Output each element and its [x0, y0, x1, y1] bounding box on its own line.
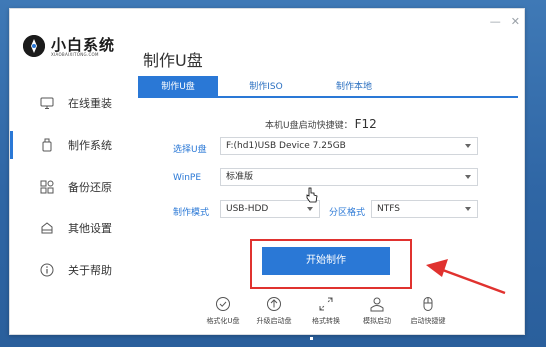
mouse-icon: [423, 297, 433, 311]
app-window: 小白系统 XIAOBAIXITONG.COM 制作U盘 — ✕ 在线重装 制作系统: [9, 8, 525, 335]
tool-boot-hotkey[interactable]: 启动快捷键: [402, 296, 454, 326]
chevron-down-icon: [307, 207, 313, 211]
sidebar-item-label: 制作系统: [68, 139, 112, 152]
sidebar-item-label: 在线重装: [68, 97, 112, 110]
usb-select[interactable]: F:(hd1)USB Device 7.25GB: [220, 137, 478, 155]
mode-label: 制作模式: [173, 208, 210, 218]
monitor-icon: [40, 97, 54, 109]
sidebar-item-make-system[interactable]: 制作系统: [10, 131, 135, 159]
sidebar-item-backup-restore[interactable]: 备份还原: [10, 173, 135, 201]
hotkey-info: 本机U盘启动快捷键： F12: [265, 117, 377, 131]
mode-select-value: USB-HDD: [226, 204, 269, 214]
tool-label: 格式转换: [312, 317, 340, 325]
sidebar-item-label: 关于帮助: [68, 264, 112, 277]
simulate-user-icon: [370, 297, 384, 312]
convert-icon: [319, 297, 333, 311]
winpe-label: WinPE: [173, 173, 202, 183]
close-icon[interactable]: ✕: [511, 15, 520, 28]
hotkey-label: 本机U盘启动快捷键：: [265, 121, 353, 131]
tool-label: 模拟启动: [363, 317, 391, 325]
info-icon: [40, 263, 54, 277]
tab-make-iso[interactable]: 制作ISO: [226, 76, 306, 98]
start-make-button[interactable]: 开始制作: [262, 247, 390, 275]
chevron-down-icon: [465, 175, 471, 179]
partition-select-value: NTFS: [377, 204, 400, 214]
mode-select[interactable]: USB-HDD: [220, 200, 320, 218]
chevron-down-icon: [465, 144, 471, 148]
tool-label: 启动快捷键: [410, 317, 446, 325]
hand-cursor-icon: [306, 187, 318, 203]
upgrade-arrow-icon: [267, 297, 281, 311]
partition-select[interactable]: NTFS: [371, 200, 478, 218]
sidebar-item-about-help[interactable]: 关于帮助: [10, 256, 135, 284]
tool-format-usb[interactable]: 格式化U盘: [197, 296, 249, 326]
format-check-icon: [216, 297, 230, 311]
tab-make-local[interactable]: 制作本地: [314, 76, 394, 98]
tool-label: 格式化U盘: [206, 317, 240, 325]
window-controls: — ✕: [480, 15, 520, 28]
partition-label: 分区格式: [329, 208, 366, 218]
sidebar-item-label: 其他设置: [68, 222, 112, 235]
winpe-select[interactable]: 标准版: [220, 168, 478, 186]
usb-select-value: F:(hd1)USB Device 7.25GB: [226, 141, 346, 151]
tool-label: 升级启动盘: [256, 317, 292, 325]
winpe-select-value: 标准版: [226, 172, 254, 182]
sidebar-item-label: 备份还原: [68, 181, 112, 194]
usb-label: 选择U盘: [173, 145, 207, 155]
minimize-icon[interactable]: —: [490, 15, 501, 28]
settings-icon: [41, 222, 53, 234]
tool-simulate-boot[interactable]: 模拟启动: [351, 296, 403, 326]
red-arrow-annotation: [426, 259, 506, 295]
tab-bar: 制作U盘 制作ISO 制作本地: [138, 76, 518, 98]
logo: 小白系统 XIAOBAIXITONG.COM: [23, 31, 133, 61]
sidebar-item-online-reinstall[interactable]: 在线重装: [10, 89, 135, 117]
logo-subtitle: XIAOBAIXITONG.COM: [51, 52, 99, 57]
tool-format-convert[interactable]: 格式转换: [300, 296, 352, 326]
page-title: 制作U盘: [143, 51, 203, 70]
tool-upgrade-boot[interactable]: 升级启动盘: [248, 296, 300, 326]
backup-icon: [40, 180, 54, 194]
usb-icon: [42, 138, 52, 152]
hotkey-value: F12: [354, 117, 377, 131]
taskbar-dot: [310, 337, 313, 340]
logo-icon: [23, 35, 45, 57]
tab-make-usb[interactable]: 制作U盘: [138, 76, 218, 98]
sidebar-item-other-settings[interactable]: 其他设置: [10, 214, 135, 242]
chevron-down-icon: [465, 207, 471, 211]
